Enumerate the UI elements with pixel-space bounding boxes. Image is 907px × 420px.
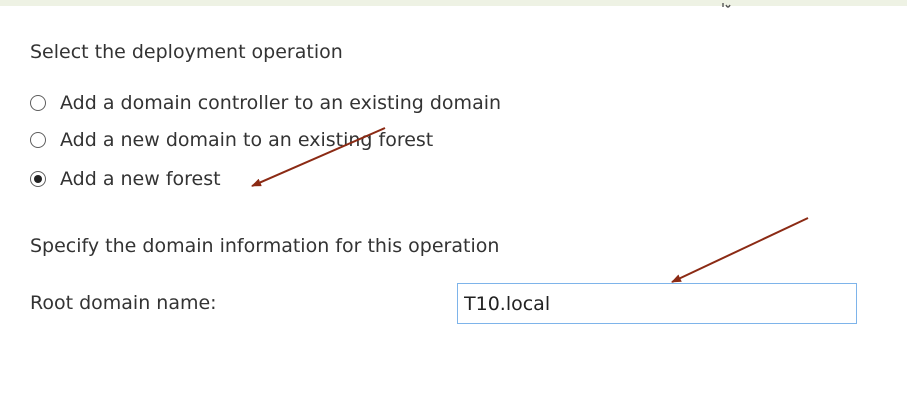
radio-add-dc-existing-domain[interactable]: Add a domain controller to an existing d… [30, 89, 501, 117]
radio-button-icon[interactable] [30, 132, 46, 148]
top-strip [0, 0, 907, 6]
radio-add-new-forest[interactable]: Add a new forest [30, 165, 221, 193]
radio-label: Add a new domain to an existing forest [60, 129, 434, 151]
radio-button-icon[interactable] [30, 95, 46, 111]
domain-information-heading: Specify the domain information for this … [30, 235, 500, 257]
root-domain-name-input[interactable] [457, 283, 857, 324]
annotation-arrows [251, 127, 809, 283]
root-domain-name-label: Root domain name: [30, 292, 217, 314]
radio-add-domain-existing-forest[interactable]: Add a new domain to an existing forest [30, 126, 433, 154]
deployment-operation-heading: Select the deployment operation [30, 41, 343, 63]
radio-button-selected-icon[interactable] [30, 171, 46, 187]
annotation-arrow-to-root-domain [671, 217, 809, 283]
radio-label: Add a domain controller to an existing d… [60, 92, 502, 114]
radio-dot-icon [34, 175, 42, 183]
clipped-glyph [722, 3, 731, 8]
radio-label: Add a new forest [60, 168, 221, 190]
